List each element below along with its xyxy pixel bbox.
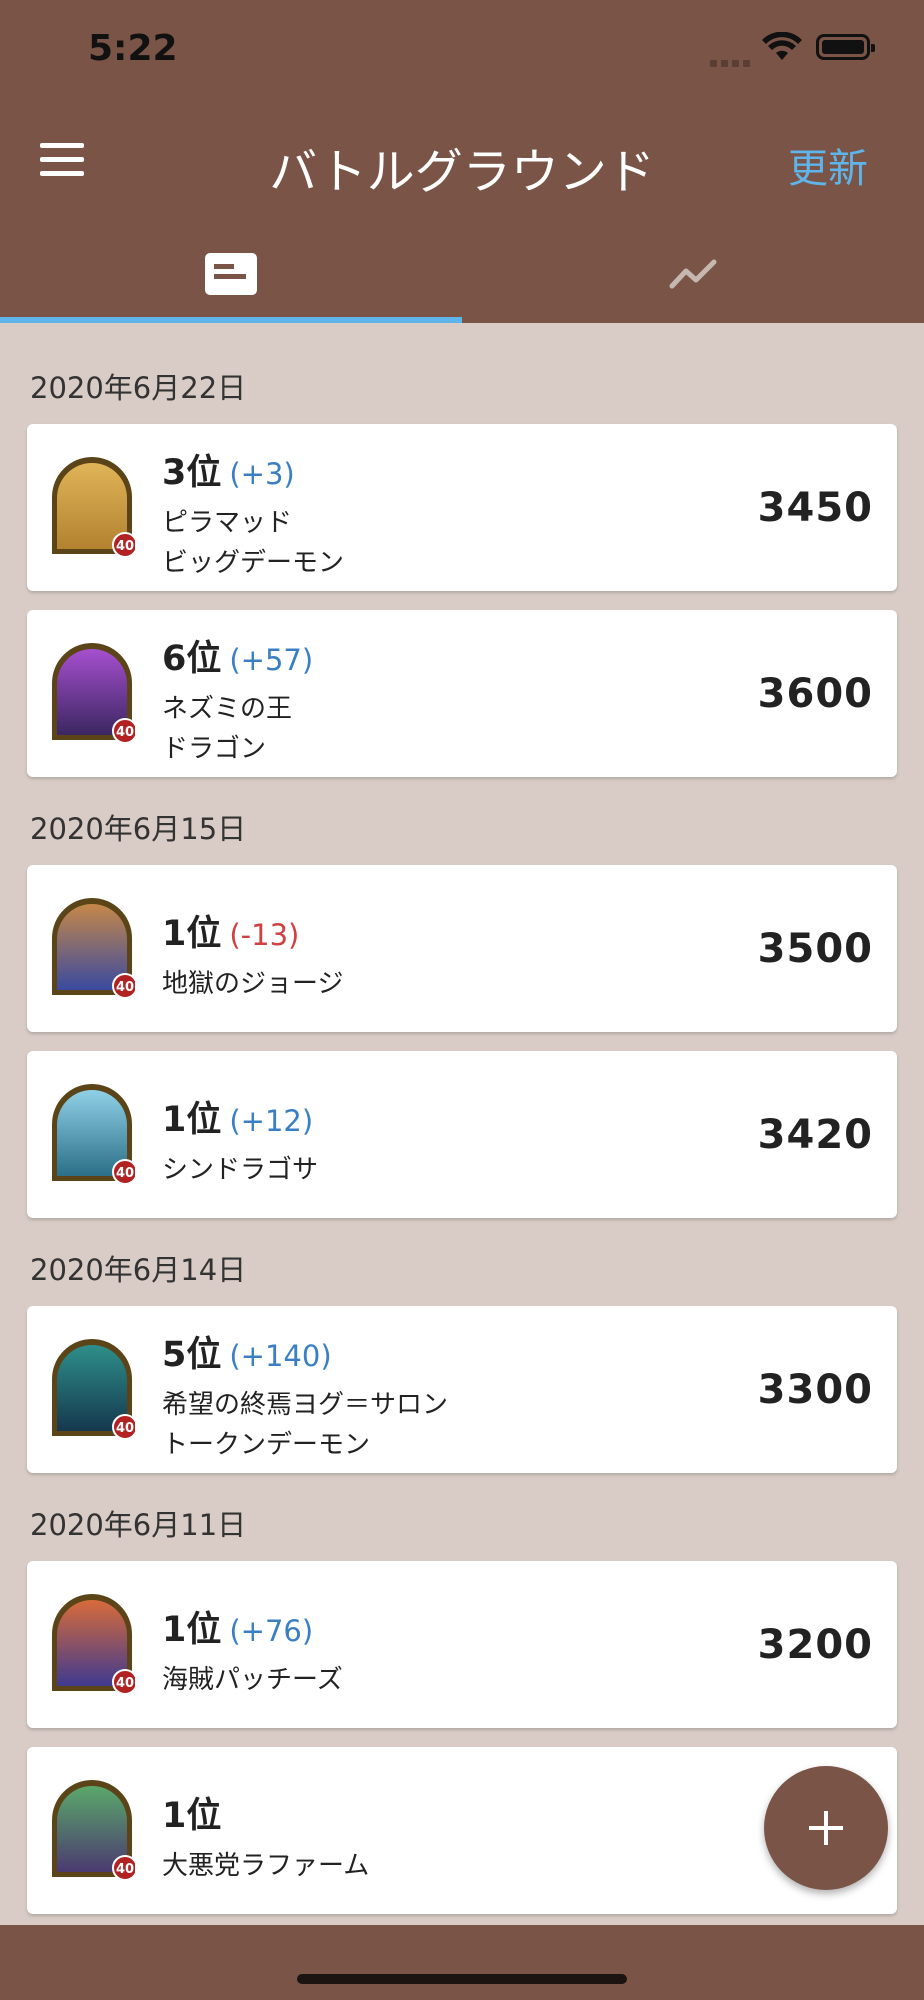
rating-score: 3500 bbox=[757, 926, 873, 972]
rating-change: (+3) bbox=[229, 457, 295, 491]
add-match-button[interactable] bbox=[764, 1766, 888, 1890]
rating-change: (+12) bbox=[229, 1104, 314, 1138]
rating-score: 3420 bbox=[757, 1112, 873, 1158]
rating-change: (-13) bbox=[229, 918, 300, 952]
rank-label: 5位 (+140) bbox=[162, 1335, 332, 1375]
date-header: 2020年6月15日 bbox=[30, 812, 247, 846]
rating-score: 3300 bbox=[757, 1367, 873, 1413]
match-card[interactable]: 40 6位 (+57) ネズミの王 ドラゴン 3600 bbox=[27, 610, 897, 777]
hero-level-badge: 40 bbox=[116, 1862, 134, 1877]
rank-label: 6位 (+57) bbox=[162, 639, 314, 679]
rating-change: (+76) bbox=[229, 1614, 314, 1648]
hero-level-badge: 40 bbox=[116, 539, 134, 554]
hero-level-badge: 40 bbox=[116, 980, 134, 995]
hero-level-badge: 40 bbox=[116, 1421, 134, 1436]
rating-score: 3450 bbox=[757, 485, 873, 531]
hero-name: 地獄のジョージ bbox=[162, 969, 344, 999]
rating-change: (+140) bbox=[229, 1339, 332, 1373]
hero-portrait: 40 bbox=[52, 898, 135, 998]
page-title: バトルグラウンド bbox=[269, 144, 655, 200]
hero-name: 大悪党ラファーム bbox=[162, 1851, 370, 1881]
match-card[interactable]: 40 5位 (+140) 希望の終焉ヨグ＝サロン トークンデーモン 3300 bbox=[27, 1306, 897, 1473]
hero-portrait: 40 bbox=[52, 1594, 135, 1694]
date-header: 2020年6月11日 bbox=[30, 1508, 247, 1542]
date-header: 2020年6月22日 bbox=[30, 371, 247, 405]
hero-name: 海賊パッチーズ bbox=[162, 1665, 343, 1695]
cellular-signal-icon bbox=[710, 52, 754, 71]
hero-level-badge: 40 bbox=[116, 1166, 134, 1181]
refresh-button[interactable]: 更新 bbox=[788, 136, 868, 194]
rank-label: 1位 (+12) bbox=[162, 1100, 314, 1140]
match-card[interactable]: 40 1位 (+12) シンドラゴサ 3420 bbox=[27, 1051, 897, 1218]
tribe-name: ビッグデーモン bbox=[162, 548, 345, 578]
battery-icon bbox=[816, 34, 875, 60]
hero-level-badge: 40 bbox=[116, 1676, 134, 1691]
rating-score: 3600 bbox=[757, 671, 873, 717]
home-indicator[interactable] bbox=[297, 1974, 627, 1984]
status-time: 5:22 bbox=[88, 28, 178, 69]
rank-label: 1位 bbox=[162, 1796, 222, 1836]
hero-name: ネズミの王 bbox=[162, 694, 293, 724]
hero-portrait: 40 bbox=[52, 457, 135, 557]
hero-portrait: 40 bbox=[52, 1780, 135, 1880]
rating-score: 3200 bbox=[757, 1622, 873, 1668]
rank-label: 1位 (-13) bbox=[162, 914, 300, 954]
line-chart-icon bbox=[669, 259, 717, 289]
rank-label: 1位 (+76) bbox=[162, 1610, 314, 1650]
hero-level-badge: 40 bbox=[116, 725, 134, 740]
match-card[interactable]: 40 1位 (+76) 海賊パッチーズ 3200 bbox=[27, 1561, 897, 1728]
rating-change: (+57) bbox=[229, 643, 314, 677]
tribe-name: ドラゴン bbox=[162, 734, 267, 764]
hero-portrait: 40 bbox=[52, 1084, 135, 1184]
hero-name: 希望の終焉ヨグ＝サロン bbox=[162, 1390, 449, 1420]
card-icon bbox=[205, 253, 257, 295]
tribe-name: トークンデーモン bbox=[162, 1430, 371, 1460]
status-bar: 5:22 bbox=[0, 0, 924, 98]
wifi-icon bbox=[762, 32, 802, 60]
bottom-bar bbox=[0, 1925, 924, 2000]
rank-label: 3位 (+3) bbox=[162, 453, 295, 493]
hero-name: ピラマッド bbox=[162, 508, 293, 538]
date-header: 2020年6月14日 bbox=[30, 1253, 247, 1287]
match-card[interactable]: 40 3位 (+3) ピラマッド ビッグデーモン 3450 bbox=[27, 424, 897, 591]
tab-indicator bbox=[0, 317, 462, 323]
hero-portrait: 40 bbox=[52, 643, 135, 743]
match-card[interactable]: 40 1位 (-13) 地獄のジョージ 3500 bbox=[27, 865, 897, 1032]
hero-portrait: 40 bbox=[52, 1339, 135, 1439]
hero-name: シンドラゴサ bbox=[162, 1155, 319, 1185]
